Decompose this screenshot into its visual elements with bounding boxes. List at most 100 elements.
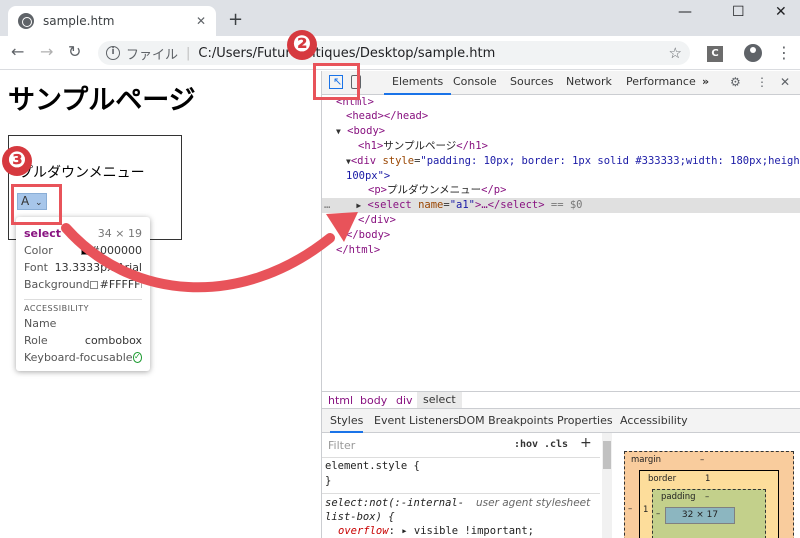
- tooltip-tag: select: [24, 227, 62, 240]
- tab-styles[interactable]: Styles: [330, 409, 364, 433]
- dom-p-close: </p>: [481, 184, 507, 196]
- element-style-selector[interactable]: element.style {: [325, 460, 420, 472]
- tab-performance[interactable]: Performance: [626, 71, 696, 95]
- cls-toggle[interactable]: .cls: [544, 439, 568, 450]
- tab-elements[interactable]: Elements: [384, 71, 452, 95]
- dom-html-close-line[interactable]: </html>: [322, 243, 800, 258]
- dom-div-line-cont: 100px">: [322, 169, 800, 184]
- tab-console[interactable]: Console: [453, 71, 497, 95]
- border-label: border: [648, 474, 677, 484]
- address-bar[interactable]: i ファイル | C:/Users/FutureAntiques/Desktop…: [98, 41, 690, 65]
- padding-top-value: –: [705, 492, 710, 502]
- breadcrumb-div[interactable]: div: [396, 394, 413, 407]
- element-style-close: }: [325, 475, 332, 487]
- breadcrumb-html[interactable]: html: [328, 394, 353, 407]
- tab-dom-breakpoints[interactable]: DOM Breakpoints: [458, 414, 554, 427]
- window-close-icon[interactable]: ✕: [775, 4, 787, 20]
- divider: [322, 457, 600, 458]
- dom-body-close-line[interactable]: </body>: [322, 228, 800, 243]
- tab-sources[interactable]: Sources: [510, 71, 554, 95]
- browser-tab[interactable]: sample.htm ✕: [8, 6, 216, 36]
- dom-h1-line[interactable]: <h1>サンプルページ</h1>: [322, 139, 800, 154]
- dom-body-line[interactable]: ▼ <body>: [322, 124, 800, 139]
- tab-strip: sample.htm ✕ + — ☐ ✕: [0, 0, 800, 36]
- settings-gear-icon[interactable]: ⚙: [730, 75, 744, 89]
- devtools-menu-icon[interactable]: ⋮: [756, 75, 770, 89]
- box-model-padding[interactable]: padding – – 32 × 17: [652, 489, 766, 538]
- new-tab-button[interactable]: +: [228, 9, 243, 30]
- border-left-value: 1: [643, 505, 649, 515]
- breadcrumb: html body div select: [322, 391, 800, 409]
- border-top-value: 1: [705, 474, 711, 484]
- minimize-icon[interactable]: —: [678, 4, 692, 20]
- dom-select-rest: >…</select>: [475, 199, 545, 211]
- tab-event-listeners[interactable]: Event Listeners: [374, 414, 459, 427]
- breadcrumb-body[interactable]: body: [360, 394, 387, 407]
- maximize-icon[interactable]: ☐: [732, 4, 745, 20]
- more-tabs-icon[interactable]: »: [702, 71, 709, 95]
- divider: |: [186, 45, 191, 61]
- tooltip-name-label: Name: [24, 317, 57, 330]
- dom-div-val: "padding: 10px; border: 1px solid #33333…: [420, 155, 800, 167]
- scheme-label: ファイル: [126, 47, 179, 63]
- tab-network[interactable]: Network: [566, 71, 612, 95]
- dom-div-line[interactable]: ▼<div style="padding: 10px; border: 1px …: [322, 154, 800, 169]
- styles-scrollbar[interactable]: [602, 433, 612, 538]
- dom-div-val2: 100px">: [346, 170, 391, 182]
- tooltip-role-value: combobox: [84, 334, 142, 347]
- back-icon[interactable]: ←: [11, 42, 24, 61]
- color-value-text: #000000: [90, 244, 142, 257]
- dom-select-open: <select: [367, 199, 412, 211]
- dom-ellipsis[interactable]: …: [324, 199, 330, 211]
- dom-head: <head></head>: [346, 110, 429, 122]
- info-icon[interactable]: i: [106, 46, 120, 60]
- ua-rule-selector-cont: list-box) {: [325, 511, 395, 523]
- dom-head-line[interactable]: <head></head>: [322, 109, 800, 124]
- dom-tree: <html> <head></head> ▼ <body> <h1>サンプルペー…: [322, 95, 800, 391]
- styles-filter-input[interactable]: Filter: [326, 437, 506, 454]
- ua-stylesheet-label: user agent stylesheet: [476, 497, 591, 509]
- box-model-margin[interactable]: margin – – border 1 1 padding – – 32 × 1…: [624, 451, 794, 538]
- highlight-inspect-box: [313, 63, 360, 100]
- close-devtools-icon[interactable]: ✕: [780, 75, 794, 89]
- dom-h1-text: サンプルページ: [383, 140, 457, 152]
- tooltip-role-label: Role: [24, 334, 48, 347]
- ua-rule-property[interactable]: overflow: ▸ visible !important;: [338, 525, 534, 537]
- tab-properties[interactable]: Properties: [557, 414, 613, 427]
- dom-div-close-line[interactable]: </div>: [322, 213, 800, 228]
- url-text[interactable]: C:/Users/FutureAntiques/Desktop/sample.h…: [198, 46, 495, 61]
- property-name: overflow: [338, 525, 389, 537]
- box-model-content[interactable]: 32 × 17: [665, 507, 735, 524]
- profile-avatar-icon[interactable]: [744, 44, 762, 62]
- close-tab-icon[interactable]: ✕: [196, 14, 206, 28]
- scrollbar-thumb[interactable]: [603, 441, 611, 469]
- extension-icon[interactable]: C: [707, 46, 723, 62]
- forward-icon[interactable]: →: [40, 42, 53, 61]
- expand-triangle-icon[interactable]: ▼: [336, 127, 341, 136]
- collapse-triangle-icon[interactable]: ▶: [356, 201, 361, 210]
- box-model: margin – – border 1 1 padding – – 32 × 1…: [614, 433, 800, 538]
- dom-select-val: "a1": [449, 199, 475, 211]
- dom-p-line[interactable]: <p>プルダウンメニュー</p>: [322, 183, 800, 198]
- globe-icon: [18, 13, 34, 29]
- dom-div-open: <div: [350, 155, 377, 167]
- tooltip-size: 34 × 19: [97, 227, 142, 240]
- star-icon[interactable]: ☆: [669, 44, 682, 62]
- tooltip-background-value: #FFFFFF: [89, 278, 142, 291]
- dom-html-line[interactable]: <html>: [322, 95, 800, 110]
- box-model-border[interactable]: border 1 1 padding – – 32 × 17: [639, 470, 779, 538]
- tab-accessibility[interactable]: Accessibility: [620, 414, 688, 427]
- hov-toggle[interactable]: :hov: [514, 439, 538, 450]
- dom-select-line[interactable]: … ▶ <select name="a1">…</select> == $0: [322, 198, 800, 213]
- checkmark-icon: ✓: [132, 352, 142, 363]
- breadcrumb-select[interactable]: select: [417, 392, 462, 408]
- ua-rule-selector[interactable]: select:not(:-internal-: [325, 497, 464, 509]
- property-value: ▸ visible !important;: [401, 525, 534, 537]
- new-rule-button[interactable]: +: [580, 435, 592, 451]
- browser-menu-icon[interactable]: ⋮: [776, 43, 792, 62]
- tooltip-font-label: Font: [24, 261, 48, 274]
- reload-icon[interactable]: ↻: [68, 42, 81, 61]
- sidebar-tabbar: Styles Event Listeners DOM Breakpoints P…: [322, 409, 800, 433]
- inspect-tooltip: select 34 × 19 Color #000000 Font 13.333…: [16, 217, 150, 371]
- background-value-text: #FFFFFF: [99, 278, 142, 291]
